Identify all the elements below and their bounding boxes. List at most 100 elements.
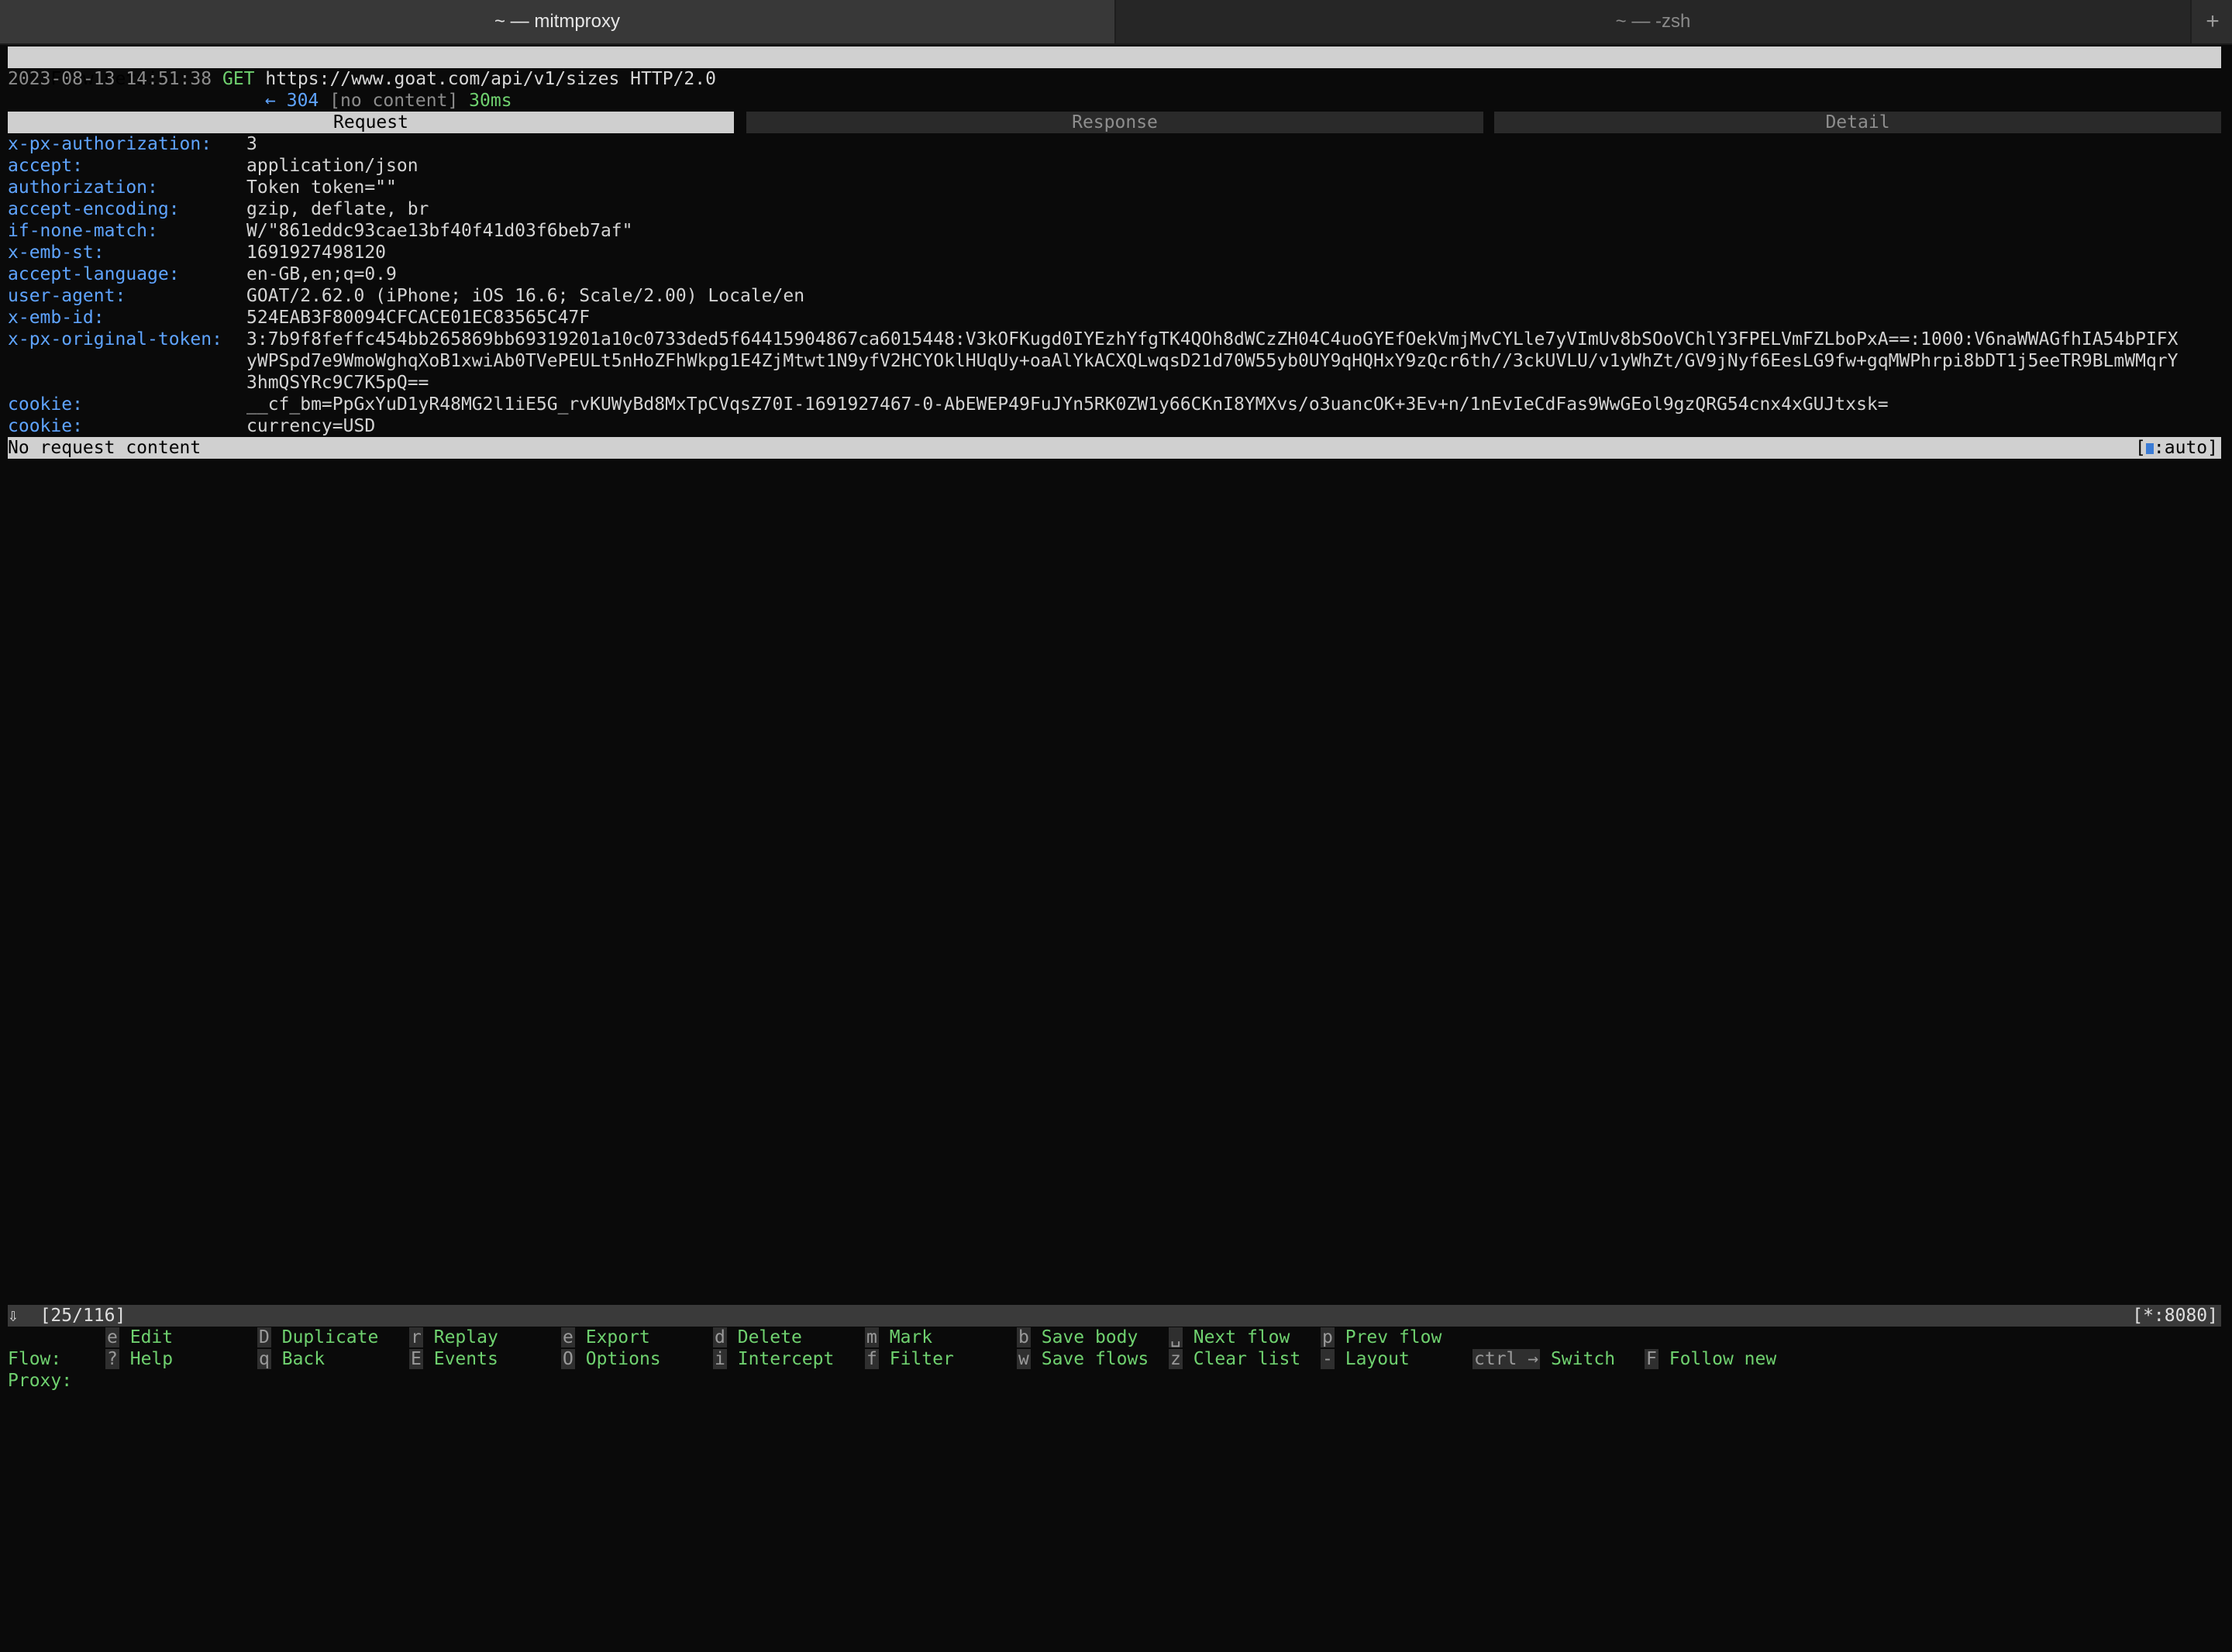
shortcut-key: e [105,1327,119,1347]
shortcut-label: Help [129,1349,174,1369]
help-shortcut[interactable]: ? Help [105,1348,173,1370]
filter-shortcut[interactable]: f Filter [865,1348,954,1370]
header-value: en-GB,en;q=0.9 [246,264,397,284]
shortcut-key: m [865,1327,879,1347]
shortcut-label: Back [281,1349,326,1369]
flow-method: GET [222,69,255,89]
header-value: currency=USD [246,416,376,436]
tab-response[interactable]: Response [746,112,1483,133]
shortcut-key: e [561,1327,575,1347]
duplicate-shortcut[interactable]: D Duplicate [257,1327,378,1348]
shortcut-label: Next flow [1193,1327,1290,1347]
delete-shortcut[interactable]: d Delete [713,1327,802,1348]
response-line: ← 304 [no content] 30ms [265,90,512,112]
view-mode[interactable]: [:auto] [2135,437,2218,459]
shortcut-key: w [1017,1349,1031,1369]
flow-details-title: Flow Details [8,46,2221,89]
shortcut-label: Prev flow [1345,1327,1442,1347]
shortcut-key: r [409,1327,423,1347]
shortcut-label: Follow new [1669,1349,1777,1369]
view-mode-icon [2145,443,2154,454]
tab-detail[interactable]: Detail [1494,112,2221,133]
header-value: gzip, deflate, br [246,199,429,219]
export-shortcut[interactable]: e Export [561,1327,650,1348]
header-value: application/json [246,156,418,176]
response-arrow: ← [265,91,276,111]
flow-keybindings: Flow: e Edit D Duplicate r Replay e Expo… [8,1327,2221,1369]
header-key: user-agent: [8,286,126,306]
layout-shortcut[interactable]: - Layout [1321,1348,1410,1370]
shortcut-key: i [713,1349,727,1369]
shortcut-label: Duplicate [281,1327,379,1347]
status-code: 304 [286,91,319,111]
flow-url: https://www.goat.com/api/v1/sizes HTTP/2… [265,69,716,89]
shortcut-label: Save body [1041,1327,1138,1347]
header-key: accept: [8,156,83,176]
shortcut-key: p [1321,1327,1335,1347]
intercept-shortcut[interactable]: i Intercept [713,1348,834,1370]
shortcut-key: ␣ [1169,1327,1183,1347]
save-body-shortcut[interactable]: b Save body [1017,1327,1138,1348]
status-bar: ⇩ [25/116] [*:8080] [8,1305,2221,1327]
mark-shortcut[interactable]: m Mark [865,1327,932,1348]
replay-shortcut[interactable]: r Replay [409,1327,498,1348]
prev-flow-shortcut[interactable]: p Prev flow [1321,1327,1442,1348]
shortcut-key: O [561,1349,575,1369]
shortcut-key: b [1017,1327,1031,1347]
options-shortcut[interactable]: O Options [561,1348,661,1370]
shortcut-label: Export [585,1327,650,1347]
next-flow-shortcut[interactable]: ␣ Next flow [1169,1327,1290,1348]
back-shortcut[interactable]: q Back [257,1348,325,1370]
shortcut-label: Replay [433,1327,498,1347]
header-key: authorization: [8,177,158,198]
header-key: cookie: [8,394,83,415]
content-bar: No request content [:auto] [8,437,2221,459]
flow-timestamp: 2023-08-13 14:51:38 [8,69,212,89]
clear-list-shortcut[interactable]: z Clear list [1169,1348,1300,1370]
plus-icon[interactable]: + [2192,0,2232,43]
header-value: Token token="" [246,177,397,198]
save-flows-shortcut[interactable]: w Save flows [1017,1348,1149,1370]
proxy-keybindings: Proxy: ? Help q Back E Events O Options … [8,1348,2221,1391]
header-key: cookie: [8,416,83,436]
flow-panel-tabs: Request Response Detail [8,112,2221,133]
tab-zsh[interactable]: ~ — -zsh [1116,0,2192,43]
header-key: x-emb-st: [8,243,105,263]
shortcut-key: q [257,1349,271,1369]
header-value: 1691927498120 [246,243,387,263]
tab-request[interactable]: Request [8,112,734,133]
view-mode-label: :auto] [2153,438,2218,458]
shortcut-label: Switch [1550,1349,1616,1369]
down-arrow-icon: ⇩ [8,1306,19,1326]
header-value: 3:7b9f8feffc454bb265869bb69319201a10c073… [246,329,2179,349]
terminal-tab-bar: ~ — mitmproxy ~ — -zsh + [0,0,2232,45]
edit-shortcut[interactable]: e Edit [105,1327,173,1348]
shortcut-label: Edit [129,1327,174,1347]
header-value: yWPSpd7e9WmoWghqXoB1xwiAb0TVePEULt5nHoZF… [246,351,2179,371]
content-status: No request content [8,438,202,458]
shortcut-label: Events [433,1349,498,1369]
response-duration: 30ms [469,91,512,111]
header-value: 3 [246,134,257,154]
listen-address: [*:8080] [2132,1306,2218,1326]
shortcut-key: ? [105,1349,119,1369]
shortcut-label: Layout [1345,1349,1410,1369]
header-value: W/"861eddc93cae13bf40f41d03f6beb7af" [246,221,633,241]
header-key: x-px-authorization: [8,134,212,154]
proxy-label: Proxy: [8,1371,73,1391]
flow-position: [25/116] [40,1306,126,1326]
header-value: 3hmQSYRc9C7K5pQ== [246,373,429,393]
switch-shortcut[interactable]: ctrl → Switch [1472,1348,1615,1370]
header-key: if-none-match: [8,221,158,241]
header-value: __cf_bm=PpGxYuD1yR48MG2l1iE5G_rvKUWyBd8M… [246,394,1889,415]
shortcut-key: d [713,1327,727,1347]
shortcut-label: Save flows [1041,1349,1149,1369]
shortcut-label: Filter [889,1349,954,1369]
header-value: GOAT/2.62.0 (iPhone; iOS 16.6; Scale/2.0… [246,286,805,306]
events-shortcut[interactable]: E Events [409,1348,498,1370]
shortcut-key: D [257,1327,271,1347]
follow-new-shortcut[interactable]: F Follow new [1645,1348,1776,1370]
shortcut-key: E [409,1349,423,1369]
shortcut-key: ctrl → [1472,1349,1541,1369]
tab-mitmproxy[interactable]: ~ — mitmproxy [0,0,1116,43]
